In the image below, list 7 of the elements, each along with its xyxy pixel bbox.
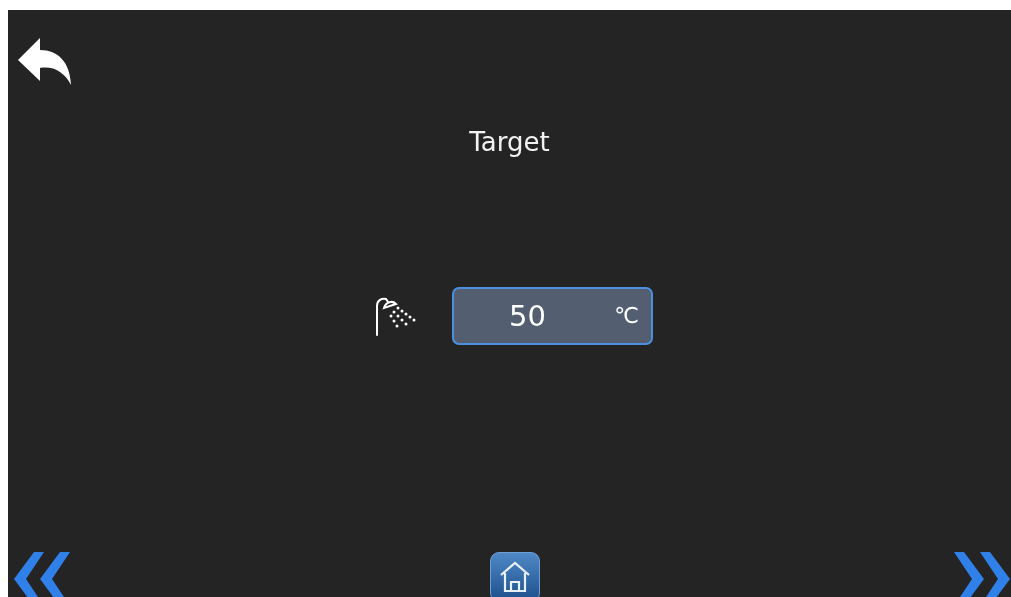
double-chevron-right-icon[interactable] xyxy=(954,552,1011,597)
temperature-field[interactable]: 50 ℃ xyxy=(452,287,653,345)
home-button[interactable] xyxy=(489,552,540,597)
double-chevron-left-icon[interactable] xyxy=(14,552,71,597)
shower-icon xyxy=(374,296,418,336)
back-icon[interactable] xyxy=(18,38,71,85)
screen-title: Target xyxy=(469,127,550,157)
